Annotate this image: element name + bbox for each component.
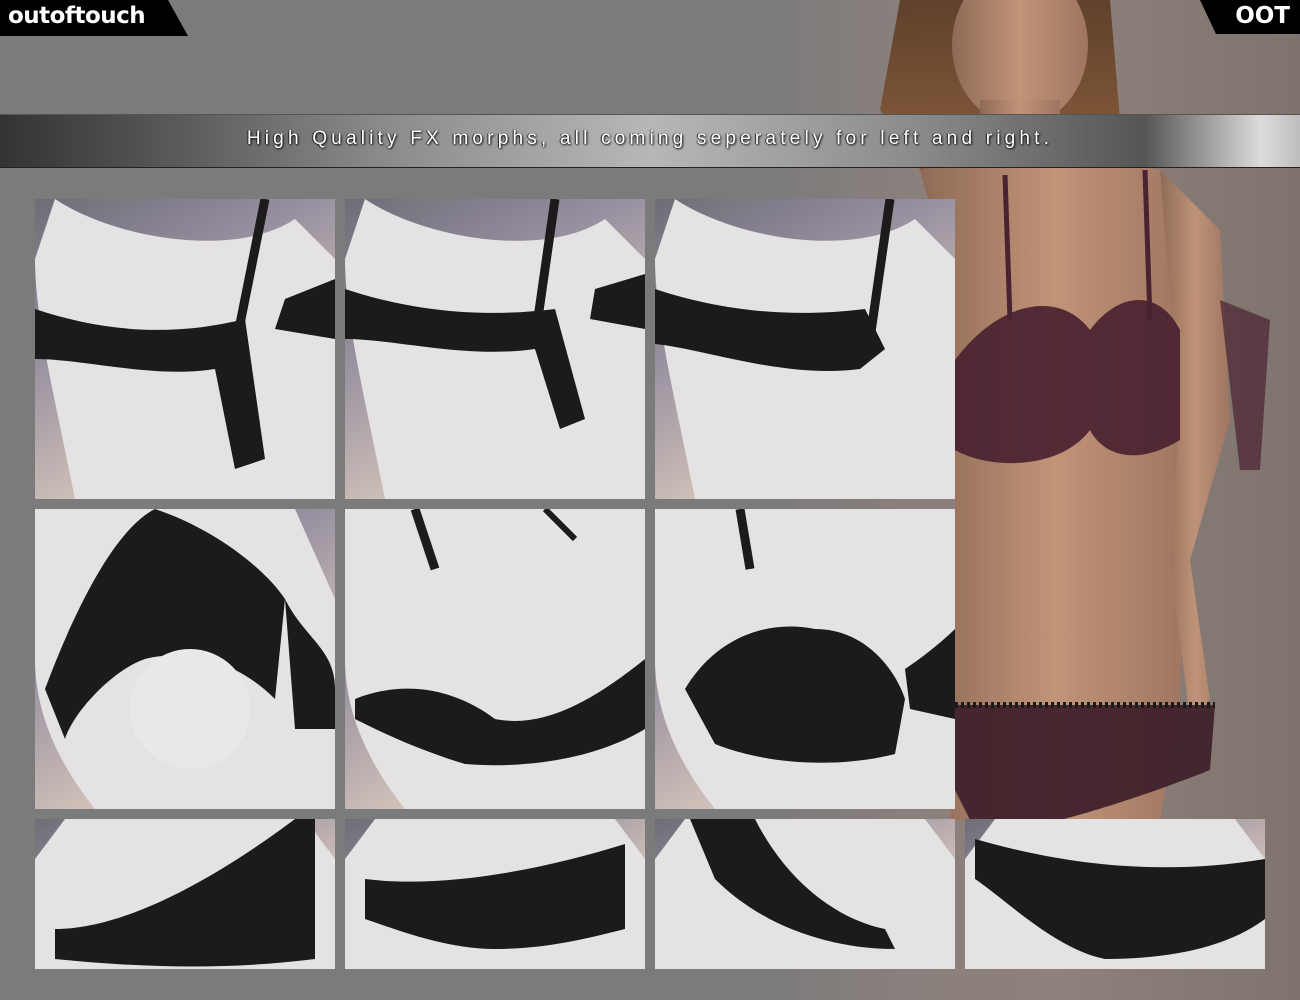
feature-banner: High Quality FX morphs, all coming seper… <box>0 114 1300 168</box>
morph-tile-panty-3 <box>655 819 955 969</box>
brand-name: outoftouch <box>8 3 146 29</box>
brand-short: OOT <box>1235 3 1290 29</box>
morph-tile-bra-back-3 <box>655 199 955 499</box>
banner-text: High Quality FX morphs, all coming seper… <box>246 128 1054 149</box>
morph-tile-panty-4 <box>965 819 1265 969</box>
morph-tile-bra-back-1 <box>35 199 335 499</box>
morph-tile-panty-2 <box>345 819 645 969</box>
brand-logo: outoftouch <box>0 0 188 36</box>
brand-short-logo: OOT <box>1200 0 1300 34</box>
morph-tile-bra-cup-1 <box>35 509 335 809</box>
morph-tile-panty-1 <box>35 819 335 969</box>
morph-tile-bra-cup-3 <box>655 509 955 809</box>
morph-tile-bra-back-2 <box>345 199 645 499</box>
morph-tile-bra-cup-2 <box>345 509 645 809</box>
